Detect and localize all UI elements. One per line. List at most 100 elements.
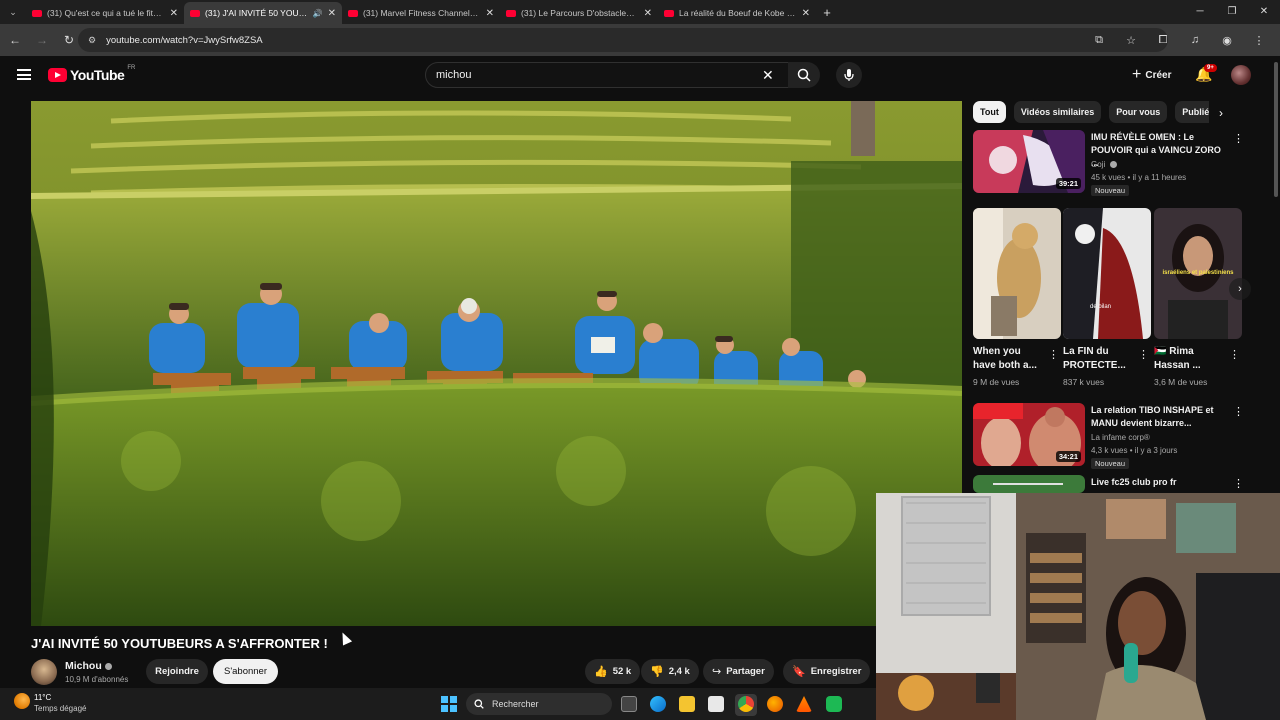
create-button[interactable]: + Créer — [1126, 63, 1177, 87]
recommendation-item[interactable]: 34:21 La relation TIBO INSHAPE et MANU d… — [973, 403, 1263, 469]
more-options-icon[interactable]: ⋮ — [1138, 348, 1149, 361]
restore-icon[interactable]: ❐ — [1216, 0, 1248, 24]
short-title[interactable]: La FIN du PROTECTE... — [1063, 345, 1133, 373]
subscribe-button[interactable]: S'abonner — [213, 659, 278, 684]
chevron-right-icon[interactable]: › — [1219, 106, 1223, 120]
bookmark-star-icon[interactable]: ☆ — [1116, 34, 1146, 47]
microsoft-store-icon[interactable] — [708, 696, 724, 712]
vlc-player-icon[interactable] — [796, 696, 812, 712]
page-scrollbar[interactable] — [1274, 62, 1278, 197]
recommendation-channel: Goji — [1091, 160, 1118, 169]
extensions-icon[interactable]: ⧠ — [1148, 34, 1178, 47]
recommendation-item[interactable]: 39:21 IMU RÉVÈLE OMEN : Le POUVOIR qui a… — [973, 130, 1263, 196]
webcam-image — [876, 493, 1280, 720]
more-options-icon[interactable]: ⋮ — [1233, 405, 1244, 418]
webcam-overlay — [876, 493, 1280, 720]
microphone-icon — [844, 69, 854, 81]
search-input[interactable]: michou — [425, 62, 790, 88]
minimize-icon[interactable]: ─ — [1184, 0, 1216, 24]
thumbnail-image — [973, 475, 1085, 493]
windows-start-icon[interactable] — [441, 696, 457, 712]
save-button[interactable]: 🔖 Enregistrer — [783, 659, 871, 684]
audio-playing-icon[interactable]: 🔊 — [313, 9, 323, 18]
channel-name-link[interactable]: Michou — [65, 660, 112, 672]
video-thumbnail[interactable]: 39:21 — [973, 130, 1085, 193]
media-controls-icon[interactable]: ♫ — [1180, 34, 1210, 46]
weather-sun-icon[interactable] — [14, 693, 30, 709]
taskbar-search-field[interactable]: Rechercher — [466, 693, 612, 715]
short-thumbnail[interactable] — [973, 208, 1061, 339]
close-tab-icon[interactable]: ✕ — [328, 8, 336, 19]
short-thumbnail[interactable]: israéliens et palestiniens — [1154, 208, 1242, 339]
share-button[interactable]: ↪ Partager — [703, 659, 774, 684]
browser-menu-icon[interactable]: ⋮ — [1244, 34, 1274, 47]
chip-for-you[interactable]: Pour vous — [1109, 101, 1168, 123]
recommendation-meta: 45 k vues • il y a 11 heures — [1091, 173, 1187, 182]
weather-description[interactable]: Temps dégagé — [34, 704, 86, 713]
search-icon — [474, 699, 484, 709]
short-title[interactable]: When you have both a... — [973, 345, 1043, 373]
close-window-icon[interactable]: ✕ — [1248, 0, 1280, 24]
youtube-favicon-icon — [664, 9, 674, 17]
short-thumbnail[interactable]: de bilan — [1063, 208, 1151, 339]
close-tab-icon[interactable]: ✕ — [486, 8, 494, 19]
video-thumbnail[interactable]: 34:21 — [973, 403, 1085, 466]
app-icon-green[interactable] — [826, 696, 842, 712]
close-tab-icon[interactable]: ✕ — [802, 8, 810, 19]
recommendation-title[interactable]: Live fc25 club pro fr — [1091, 476, 1227, 489]
clear-search-icon[interactable]: ✕ — [762, 67, 774, 84]
chrome-browser-icon[interactable] — [738, 696, 754, 712]
forward-arrow-icon[interactable]: → — [30, 33, 54, 47]
more-options-icon[interactable]: ⋮ — [1048, 348, 1059, 361]
dislike-button[interactable]: 👎 2,4 k — [641, 659, 699, 684]
video-thumbnail[interactable] — [973, 475, 1085, 493]
task-view-icon[interactable] — [621, 696, 637, 712]
edge-browser-icon[interactable] — [650, 696, 666, 712]
cast-icon[interactable]: ⧉ — [1084, 34, 1114, 47]
more-options-icon[interactable]: ⋮ — [1233, 132, 1244, 145]
youtube-logo[interactable]: YouTube FR — [48, 65, 135, 83]
recommendation-item[interactable]: Live fc25 club pro fr ⋮ — [973, 475, 1263, 493]
new-tab-button[interactable]: + — [816, 5, 838, 20]
overlay-text: de bilan — [1090, 304, 1111, 310]
join-button[interactable]: Rejoindre — [146, 659, 208, 684]
menu-icon[interactable] — [17, 69, 31, 80]
weather-temperature[interactable]: 11°C — [34, 693, 51, 702]
short-title[interactable]: 🇵🇸 Rima Hassan ... — [1154, 345, 1224, 373]
recommendation-title[interactable]: La relation TIBO INSHAPE et MANU devient… — [1091, 404, 1227, 430]
close-tab-icon[interactable]: ✕ — [170, 8, 178, 19]
short-item[interactable]: de bilan La FIN du PROTECTE... ⋮ 837 k v… — [1063, 208, 1151, 387]
thumbnail-image: de bilan — [1063, 208, 1151, 339]
close-tab-icon[interactable]: ✕ — [644, 8, 652, 19]
browser-tab[interactable]: La réalité du Boeuf de Kobe jap ✕ — [658, 2, 816, 24]
firefox-browser-icon[interactable] — [767, 696, 783, 712]
new-badge: Nouveau — [1091, 458, 1130, 469]
back-arrow-icon[interactable]: ← — [3, 33, 27, 47]
shorts-next-button[interactable]: › — [1229, 278, 1251, 300]
video-player[interactable] — [31, 101, 962, 626]
search-button[interactable] — [788, 62, 820, 88]
short-item[interactable]: When you have both a... ⋮ 9 M de vues — [973, 208, 1061, 387]
site-info-icon[interactable]: ⚙ — [88, 35, 96, 46]
more-options-icon[interactable]: ⋮ — [1233, 477, 1244, 490]
browser-tab-active[interactable]: (31) J'AI INVITÉ 50 YOUTUBEURS 🔊 ✕ — [184, 2, 342, 24]
chip-published[interactable]: Publié — [1175, 101, 1209, 123]
account-avatar[interactable] — [1231, 65, 1251, 85]
youtube-play-logo-icon — [48, 68, 67, 82]
voice-search-button[interactable] — [836, 62, 862, 88]
chip-related[interactable]: Vidéos similaires — [1013, 101, 1102, 123]
chip-all[interactable]: Tout — [973, 101, 1006, 123]
channel-avatar[interactable] — [31, 659, 57, 685]
like-button[interactable]: 👍 52 k — [585, 659, 641, 684]
search-icon — [797, 68, 811, 82]
file-explorer-icon[interactable] — [679, 696, 695, 712]
profile-icon[interactable]: ◉ — [1212, 34, 1242, 47]
more-options-icon[interactable]: ⋮ — [1229, 348, 1240, 361]
url-field[interactable]: ⚙ youtube.com/watch?v=JwySrfw8ZSA — [78, 28, 1168, 52]
browser-tab[interactable]: (31) Le Parcours D'obstacles Le ✕ — [500, 2, 658, 24]
short-item[interactable]: israéliens et palestiniens 🇵🇸 Rima Hassa… — [1154, 208, 1242, 387]
new-badge: Nouveau — [1091, 185, 1130, 196]
browser-tab[interactable]: (31) Marvel Fitness Channel - Y ✕ — [342, 2, 500, 24]
browser-tab[interactable]: (31) Qu'est ce qui a tué le fitgeek ✕ — [26, 2, 184, 24]
tab-search-icon[interactable]: ⌄ — [0, 0, 26, 24]
